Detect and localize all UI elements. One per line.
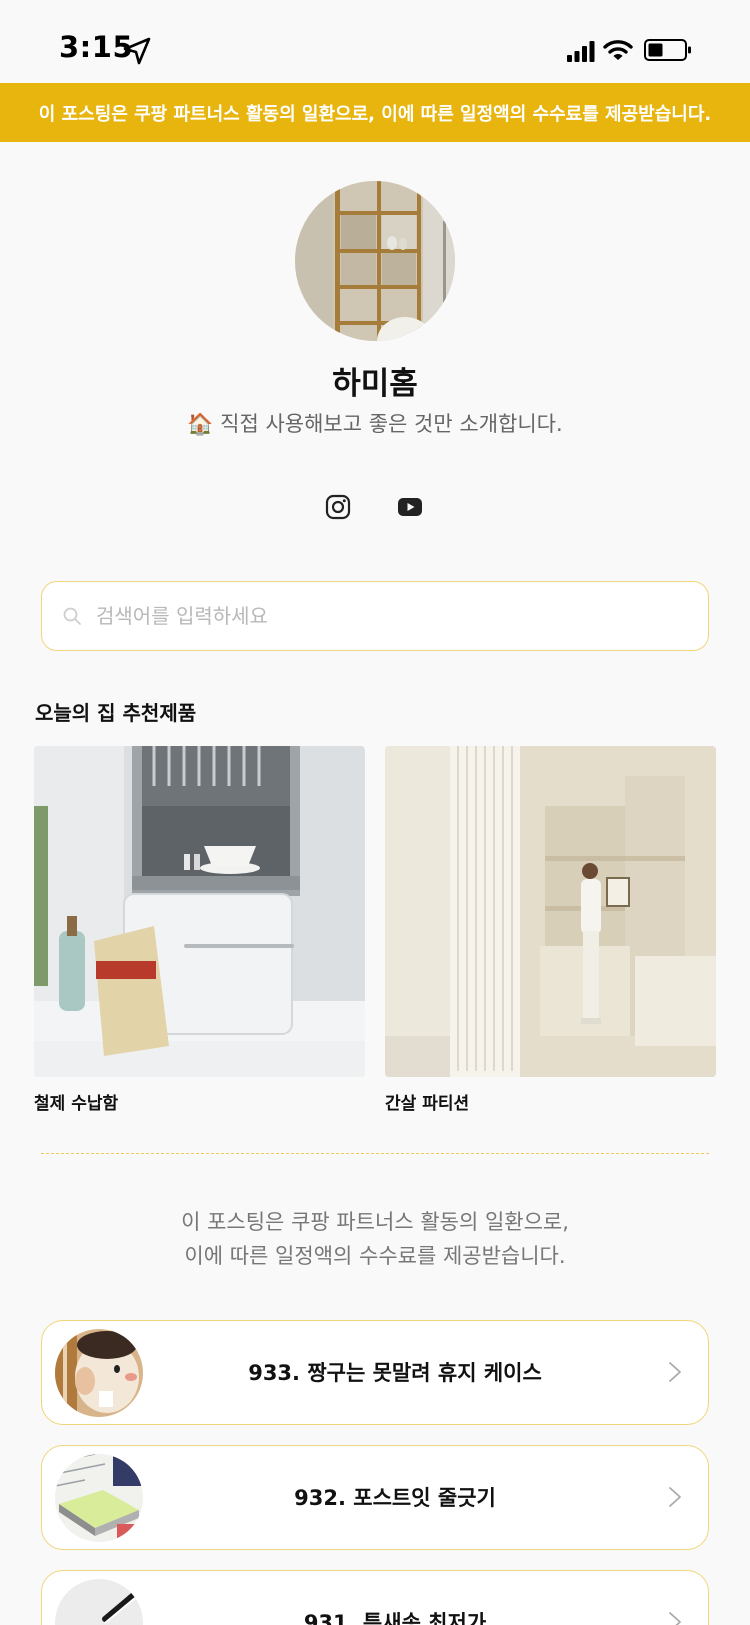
post-title: 931. 특새송 최저가 [303,1611,487,1625]
search-box[interactable] [41,581,709,651]
post-item[interactable]: 933. 짱구는 못말려 휴지 케이스 [41,1320,709,1425]
profile-name: 하미홈 [332,366,418,402]
youtube-icon[interactable] [397,495,423,519]
search-icon [63,607,81,625]
search-input[interactable] [96,582,686,649]
disclaimer-line-1: 이 포스팅은 쿠팡 파트너스 활동의 일환으로, [181,1210,569,1234]
post-thumbnail [55,1329,143,1417]
battery-icon [644,39,691,61]
wifi-icon [603,40,633,60]
profile-avatar [295,181,455,341]
post-item[interactable]: 932. 포스트잇 줄긋기 [41,1445,709,1550]
post-thumbnail [55,1579,143,1625]
affiliate-banner: 이 포스팅은 쿠팡 파트너스 활동의 일환으로, 이에 따른 일정액의 수수료를… [0,83,750,142]
disclaimer-line-2: 이에 따른 일정액의 수수료를 제공받습니다. [184,1244,566,1268]
chevron-right-icon [669,1487,681,1507]
dotted-divider [41,1153,709,1154]
location-arrow-icon [123,37,151,65]
product-image[interactable] [34,746,365,1077]
status-bar: 3:15 [0,0,750,83]
chevron-right-icon [669,1612,681,1625]
product-image[interactable] [385,746,716,1077]
product-label: 철제 수납함 [34,1094,119,1114]
post-item[interactable]: 931. 특새송 최저가 [41,1570,709,1625]
chevron-right-icon [669,1362,681,1382]
product-label: 간살 파티션 [385,1094,470,1114]
product-card-steel-storage[interactable]: 철제 수납함 [34,746,365,1114]
section-title: 오늘의 집 추천제품 [35,701,197,725]
post-title: 933. 짱구는 못말려 휴지 케이스 [248,1361,542,1385]
profile-bio: 🏠 직접 사용해보고 좋은 것만 소개합니다. [187,412,563,436]
instagram-icon[interactable] [325,494,351,520]
post-thumbnail [55,1454,143,1542]
post-title: 932. 포스트잇 줄긋기 [294,1486,496,1510]
product-card-slat-partition[interactable]: 간살 파티션 [385,746,716,1114]
disclaimer-text: 이 포스팅은 쿠팡 파트너스 활동의 일환으로, 이에 따른 일정액의 수수료를… [0,1205,750,1273]
cellular-signal-icon [567,41,595,62]
